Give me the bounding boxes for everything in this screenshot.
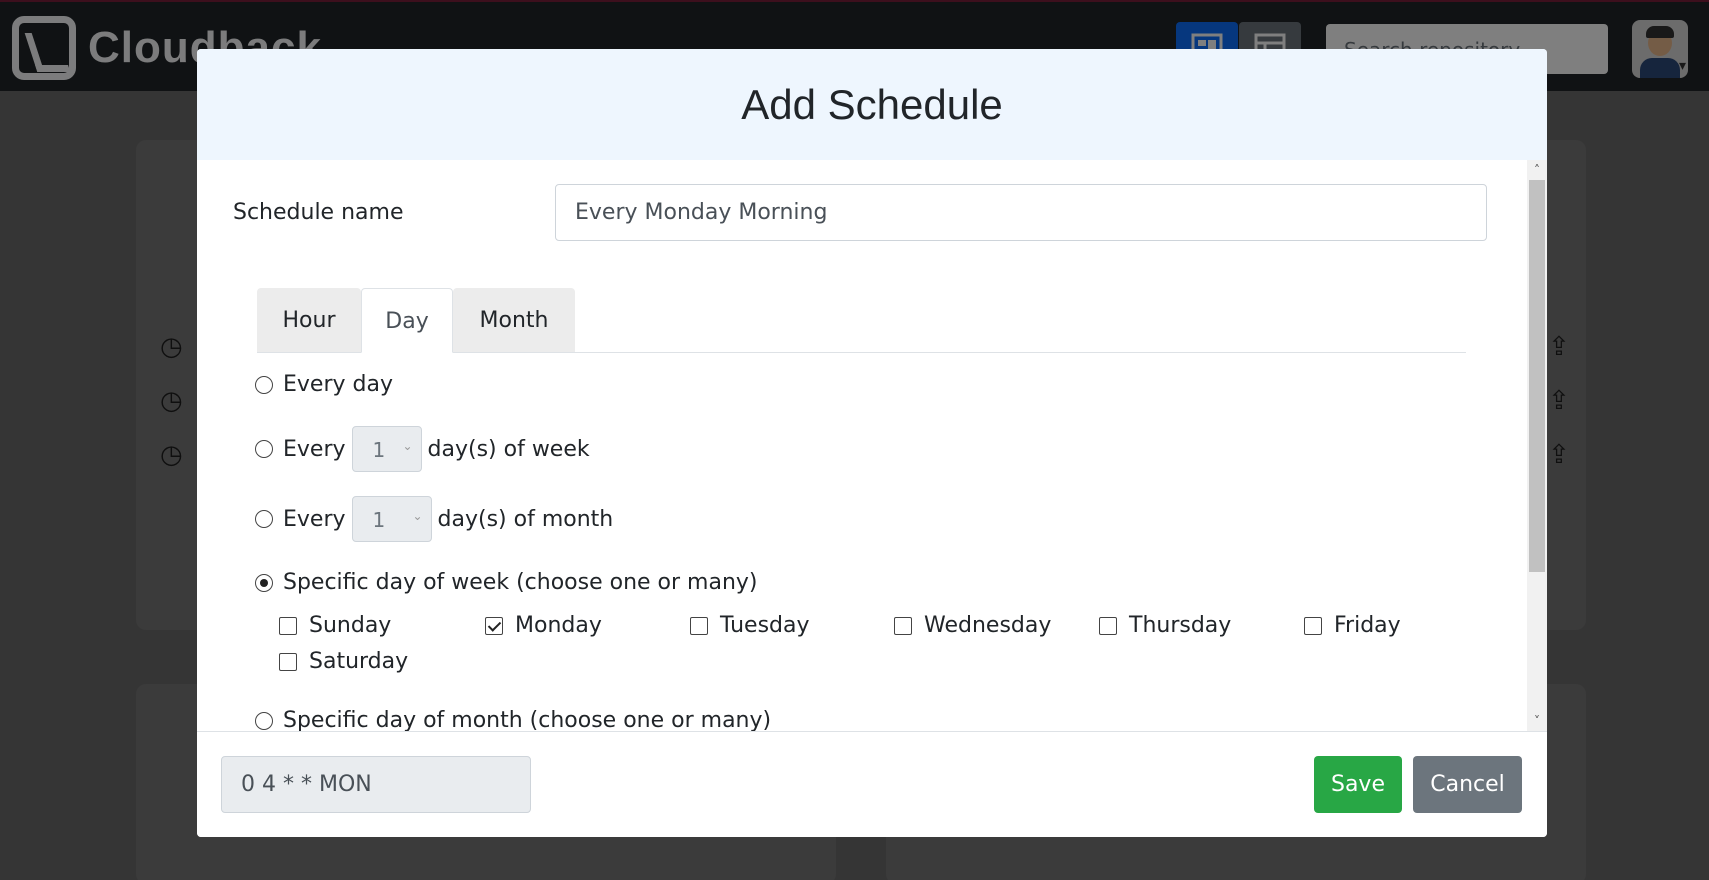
specific-day-of-week-radio[interactable] bbox=[255, 573, 273, 592]
wednesday-checkbox[interactable] bbox=[894, 616, 912, 635]
weekday-friday[interactable]: Friday bbox=[1304, 613, 1401, 638]
modal-footer: 0 4 * * MON Save Cancel bbox=[197, 731, 1547, 837]
sunday-checkbox[interactable] bbox=[279, 616, 297, 635]
schedule-name-input[interactable] bbox=[555, 184, 1487, 241]
weekday-saturday[interactable]: Saturday bbox=[279, 649, 408, 674]
weekday-label: Saturday bbox=[309, 649, 409, 674]
month-interval-select[interactable]: 1 ⌄ bbox=[351, 496, 432, 542]
week-interval-value: 1 bbox=[372, 438, 386, 462]
weekday-label: Tuesday bbox=[720, 613, 810, 638]
chevron-down-icon: ⌄ bbox=[402, 439, 413, 453]
weekday-monday[interactable]: Monday bbox=[485, 613, 602, 638]
weekday-label: Monday bbox=[515, 613, 602, 638]
cancel-button[interactable]: Cancel bbox=[1413, 756, 1522, 813]
every-n-month-radio[interactable] bbox=[255, 510, 273, 528]
weekday-wednesday[interactable]: Wednesday bbox=[894, 613, 1051, 638]
specific-day-of-month-radio[interactable] bbox=[255, 711, 273, 730]
every-day-label: Every day bbox=[283, 372, 393, 397]
tab-day[interactable]: Day bbox=[361, 288, 453, 353]
weekday-label: Thursday bbox=[1129, 613, 1232, 638]
every-day-radio[interactable] bbox=[255, 375, 273, 394]
friday-checkbox[interactable] bbox=[1304, 616, 1322, 635]
saturday-checkbox[interactable] bbox=[279, 652, 297, 671]
every-n-week-option[interactable]: Every 1 ⌄ day(s) of week bbox=[255, 426, 590, 472]
modal-header: Add Schedule bbox=[197, 49, 1547, 160]
specific-day-of-week-label: Specific day of week (choose one or many… bbox=[283, 570, 758, 595]
weekday-label: Friday bbox=[1334, 613, 1401, 638]
weekday-thursday[interactable]: Thursday bbox=[1099, 613, 1231, 638]
scroll-thumb[interactable] bbox=[1529, 180, 1545, 572]
week-suffix-label: day(s) of week bbox=[427, 436, 590, 462]
tab-month[interactable]: Month bbox=[453, 288, 575, 352]
thursday-checkbox[interactable] bbox=[1099, 616, 1117, 635]
tuesday-checkbox[interactable] bbox=[690, 616, 708, 635]
modal-title: Add Schedule bbox=[741, 80, 1003, 128]
every-label: Every bbox=[283, 436, 346, 462]
weekday-label: Wednesday bbox=[924, 613, 1052, 638]
monday-checkbox[interactable] bbox=[485, 616, 503, 635]
specific-day-of-week-option[interactable]: Specific day of week (choose one or many… bbox=[255, 570, 758, 595]
every-label: Every bbox=[283, 506, 346, 532]
tab-hour[interactable]: Hour bbox=[257, 288, 361, 352]
weekday-tuesday[interactable]: Tuesday bbox=[690, 613, 810, 638]
add-schedule-modal: Add Schedule Schedule name Hour Day Mont… bbox=[197, 49, 1547, 837]
every-day-option[interactable]: Every day bbox=[255, 372, 393, 397]
cron-expression-field: 0 4 * * MON bbox=[221, 756, 531, 813]
modal-body: Schedule name Hour Day Month Every day E… bbox=[197, 160, 1547, 731]
scroll-up-icon[interactable]: ˄ bbox=[1527, 160, 1547, 180]
weekday-label: Sunday bbox=[309, 613, 392, 638]
specific-day-of-month-label: Specific day of month (choose one or man… bbox=[283, 708, 772, 731]
every-n-month-option[interactable]: Every 1 ⌄ day(s) of month bbox=[255, 496, 613, 542]
specific-day-of-month-option[interactable]: Specific day of month (choose one or man… bbox=[255, 708, 771, 731]
every-n-week-radio[interactable] bbox=[255, 440, 273, 458]
weekday-sunday[interactable]: Sunday bbox=[279, 613, 391, 638]
scroll-down-icon[interactable]: ˅ bbox=[1527, 711, 1547, 731]
schedule-name-label: Schedule name bbox=[233, 200, 404, 225]
chevron-down-icon: ⌄ bbox=[412, 509, 423, 523]
month-suffix-label: day(s) of month bbox=[437, 506, 614, 532]
week-interval-select[interactable]: 1 ⌄ bbox=[351, 426, 422, 472]
modal-scrollbar[interactable]: ˄ ˅ bbox=[1527, 160, 1547, 731]
month-interval-value: 1 bbox=[372, 508, 386, 532]
save-button[interactable]: Save bbox=[1314, 756, 1402, 813]
schedule-tabs: Hour Day Month bbox=[257, 288, 1466, 353]
schedule-name-row: Schedule name bbox=[233, 184, 1487, 241]
